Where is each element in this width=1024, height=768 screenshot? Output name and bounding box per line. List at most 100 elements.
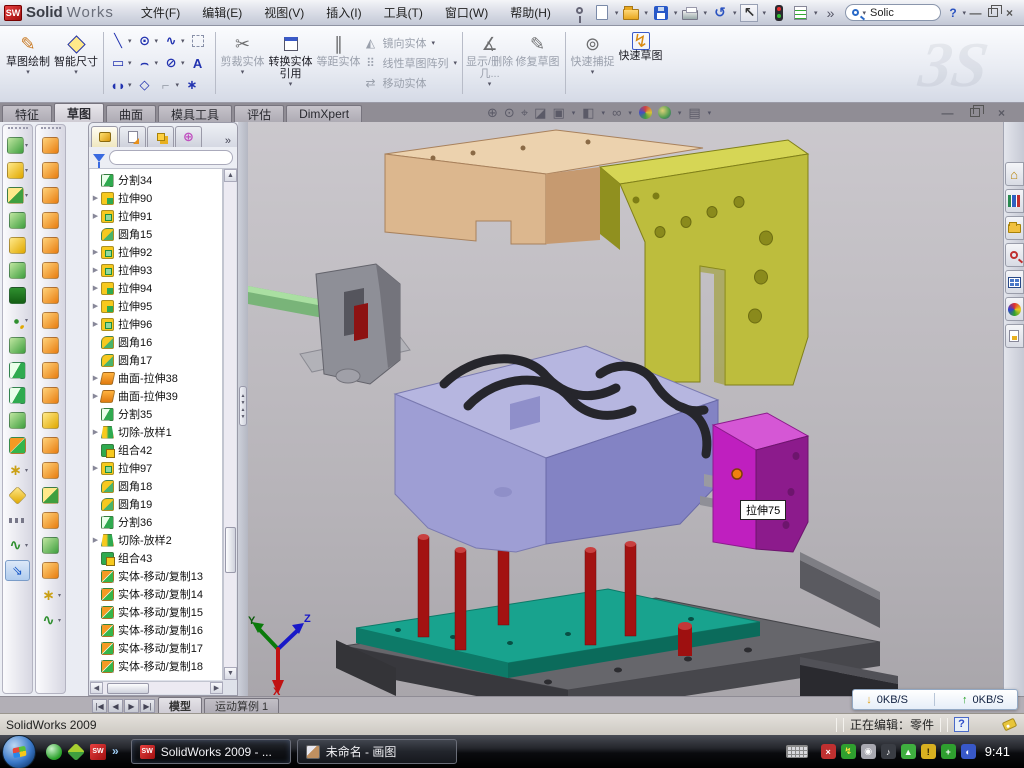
view-orientation-icon[interactable]: ▣ [552, 105, 564, 121]
panel-splitter[interactable]: ▲▼▲▼ [238, 122, 248, 696]
surface-tool-0[interactable] [36, 133, 65, 158]
next-tab-button[interactable]: ▶ [124, 699, 139, 713]
tree-item[interactable]: 分割36 [90, 513, 222, 531]
search-input[interactable]: ▾ Solic [845, 4, 941, 21]
sketch-fillet-button[interactable]: ⌐▾ [157, 76, 181, 94]
smart-dimension-button[interactable]: 智能尺寸 ▾ [52, 28, 100, 98]
line-button[interactable]: ╲▾ [109, 32, 133, 50]
linear-pattern-button[interactable]: ⠿ 线性草图阵列 ▾ [363, 54, 459, 73]
last-tab-button[interactable]: ▶| [140, 699, 155, 713]
tree-item[interactable]: ▶拉伸91 [90, 207, 222, 225]
tree-item[interactable]: 组合42 [90, 441, 222, 459]
home-tab[interactable]: ⌂ [1005, 162, 1024, 186]
chevron-down-icon[interactable]: ▾ [678, 109, 682, 117]
surface-tool-6[interactable] [36, 283, 65, 308]
expander-icon[interactable]: ▶ [90, 212, 101, 220]
appearances-tab[interactable] [1005, 297, 1024, 321]
ribbon-tab-2[interactable]: 曲面 [106, 105, 156, 122]
chevron-down-icon[interactable]: ▾ [733, 9, 737, 17]
menu-item-1[interactable]: 编辑(E) [191, 1, 253, 24]
feature-tool-8[interactable] [3, 333, 32, 358]
feature-tool-2[interactable]: ▾ [3, 183, 32, 208]
save-button[interactable] [651, 3, 671, 23]
tree-item[interactable]: 组合43 [90, 549, 222, 567]
chevron-down-icon[interactable]: ▾ [674, 9, 678, 17]
new-document-button[interactable] [592, 3, 612, 23]
surface-tool-9[interactable] [36, 358, 65, 383]
surface-tool-17[interactable] [36, 558, 65, 583]
pin-button[interactable] [570, 3, 590, 23]
surface-tool-16[interactable] [36, 533, 65, 558]
certificate-icon[interactable]: ◉ [861, 744, 876, 759]
feature-tool-14[interactable] [3, 483, 32, 508]
ribbon-tab-4[interactable]: 评估 [234, 105, 284, 122]
ellipse-button[interactable]: ⊘▾ [162, 54, 186, 72]
undo-button[interactable]: ↺ [710, 3, 730, 23]
zoom-area-icon[interactable]: ⊙ [504, 105, 515, 121]
feature-tool-17[interactable]: ⇘ [3, 558, 32, 583]
configuration-manager-tab[interactable] [147, 126, 174, 147]
chevron-down-icon[interactable]: ▾ [128, 59, 132, 67]
tree-item[interactable]: 圆角16 [90, 333, 222, 351]
surface-tool-1[interactable] [36, 158, 65, 183]
tree-item[interactable]: 实体-移动/复制13 [90, 567, 222, 585]
help-chevron-icon[interactable]: ▾ [963, 9, 967, 17]
feature-manager-tab[interactable] [91, 126, 118, 147]
zoom-previous-icon[interactable]: ⌖ [521, 105, 528, 121]
previous-tab-button[interactable]: ◀ [108, 699, 123, 713]
feature-tool-5[interactable] [3, 258, 32, 283]
chevron-down-icon[interactable]: ▾ [703, 9, 707, 17]
surface-tool-18[interactable]: ∗▾ [36, 583, 65, 608]
feature-tool-16[interactable]: ∿▾ [3, 533, 32, 558]
feature-tool-0[interactable]: ▾ [3, 133, 32, 158]
chevron-down-icon[interactable]: ▾ [176, 81, 180, 89]
start-button[interactable] [2, 735, 36, 768]
chevron-down-icon[interactable]: ▾ [644, 9, 648, 17]
circle-button[interactable]: ⊙▾ [136, 32, 160, 50]
surface-tool-12[interactable] [36, 433, 65, 458]
expander-icon[interactable]: ▶ [90, 284, 101, 292]
tree-item[interactable]: 实体-移动/复制15 [90, 603, 222, 621]
chevron-down-icon[interactable]: ▾ [628, 109, 632, 117]
scrollbar-thumb[interactable] [225, 527, 236, 573]
surface-tool-11[interactable] [36, 408, 65, 433]
tree-item[interactable]: 圆角19 [90, 495, 222, 513]
dimxpert-manager-tab[interactable]: ⊕ [175, 126, 202, 147]
feature-tool-15[interactable] [3, 508, 32, 533]
chevron-down-icon[interactable]: ▾ [58, 617, 61, 624]
chevron-down-icon[interactable]: ▾ [814, 9, 818, 17]
quick-tips-button[interactable]: ? [954, 717, 969, 732]
feature-tool-11[interactable] [3, 408, 32, 433]
tree-item[interactable]: ▶拉伸94 [90, 279, 222, 297]
filter-input[interactable] [109, 150, 233, 165]
doc-close-button[interactable]: × [993, 105, 1010, 120]
ribbon-tab-1[interactable]: 草图 [54, 103, 104, 122]
close-button[interactable]: × [1001, 5, 1018, 20]
help-button[interactable]: ? [945, 5, 962, 20]
feature-tool-3[interactable] [3, 208, 32, 233]
move-entities-button[interactable]: ⇄ 移动实体 [363, 74, 459, 93]
more-tabs-chevron[interactable]: » [221, 135, 235, 147]
doc-restore-button[interactable] [966, 105, 983, 120]
surface-tool-8[interactable] [36, 333, 65, 358]
search-value[interactable]: Solic [870, 7, 894, 19]
select-box-button[interactable] [189, 32, 207, 50]
graphics-area[interactable]: Y Z X 拉伸75 [248, 122, 1003, 696]
ribbon-tab-3[interactable]: 模具工具 [158, 105, 232, 122]
file-explorer-tab[interactable] [1005, 216, 1024, 240]
tree-item[interactable]: 实体-移动/复制18 [90, 657, 222, 675]
assembly-3d-model[interactable]: Y Z X [248, 122, 1003, 696]
surface-tool-4[interactable] [36, 233, 65, 258]
surface-tool-14[interactable] [36, 483, 65, 508]
zoom-fit-icon[interactable]: ⊕ [487, 105, 498, 121]
polygon-button[interactable]: ◇ [136, 76, 154, 94]
sketch-text-button[interactable]: A [189, 54, 207, 72]
sync-icon[interactable]: ◐ [961, 744, 976, 759]
toolbar-grip[interactable] [8, 127, 28, 131]
menu-item-4[interactable]: 工具(T) [373, 1, 434, 24]
surface-tool-10[interactable] [36, 383, 65, 408]
surface-tool-3[interactable] [36, 208, 65, 233]
taskbar-window-0[interactable]: SWSolidWorks 2009 - ... [131, 739, 291, 764]
menu-item-3[interactable]: 插入(I) [315, 1, 372, 24]
rapid-sketch-button[interactable]: ↯ 快速草图 [617, 28, 665, 98]
